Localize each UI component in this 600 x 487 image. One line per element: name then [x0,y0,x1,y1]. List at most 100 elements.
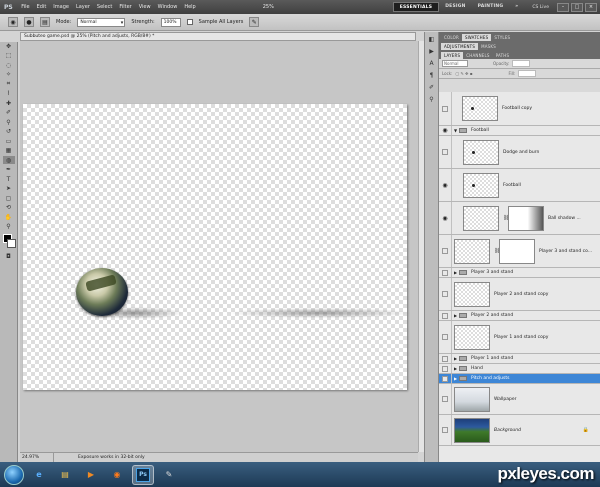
lock-icons[interactable]: ▢ ✎ ✥ ▪ [455,71,472,76]
visibility-toggle[interactable]: ◉ [439,202,452,234]
visibility-toggle[interactable]: ◉ [439,169,452,201]
maximize-icon[interactable]: □ [571,2,583,12]
layer-group-row[interactable]: ▶ Player 1 and stand [439,354,600,364]
layer-row[interactable]: Player 1 and stand copy [439,321,600,354]
sponge-tool-icon[interactable]: ◍ [2,156,15,164]
menu-select[interactable]: Select [93,4,115,10]
visibility-toggle[interactable] [439,415,452,445]
background-color[interactable] [7,238,16,248]
layer-row[interactable]: Wallpaper [439,384,600,415]
layer-row[interactable]: Background 🔒 [439,415,600,446]
pressure-icon[interactable]: ✎ [249,17,260,27]
actions-panel-icon[interactable]: ▶ [427,48,436,56]
tab-swatches[interactable]: SWATCHES [461,34,492,41]
tab-channels[interactable]: CHANNELS [463,52,492,59]
brush-picker-icon[interactable]: ● [24,17,34,27]
file-explorer-icon[interactable]: ▤ [54,465,76,485]
visibility-toggle[interactable] [439,354,452,363]
visibility-toggle[interactable] [439,311,452,320]
pen-tool-icon[interactable]: ✒ [3,166,15,174]
visibility-toggle[interactable] [439,92,452,125]
eraser-tool-icon[interactable]: ▭ [3,137,15,145]
hand-tool-icon[interactable]: ✋ [3,213,15,221]
menu-window[interactable]: Window [154,4,181,10]
layer-mask-thumbnail[interactable] [499,238,535,264]
mode-select[interactable]: Normal [77,17,126,27]
shape-tool-icon[interactable]: ▢ [3,194,15,202]
start-button[interactable] [4,464,24,485]
expand-triangle-icon[interactable]: ▶ [452,270,459,275]
layer-group-row-selected[interactable]: ▶ Pitch and adjusts [439,374,600,384]
marquee-tool-icon[interactable]: ⬚ [3,52,15,60]
workspace-painting[interactable]: PAINTING [472,2,510,12]
workspace-essentials[interactable]: ESSENTIALS [392,2,440,12]
visibility-toggle[interactable] [439,268,452,277]
layer-row[interactable]: ⛓ Player 3 and stand co... [439,235,600,268]
opacity-input[interactable] [512,60,531,67]
layer-row[interactable]: Player 2 and stand copy [439,278,600,311]
cs-live-button[interactable]: CS Live [524,5,557,10]
menu-edit[interactable]: Edit [33,4,50,10]
tab-adjustments[interactable]: ADJUSTMENTS [441,43,479,50]
layer-row[interactable]: Football copy [439,92,600,126]
blend-mode-select[interactable]: Normal [442,60,468,67]
document-tab[interactable]: Subbuteo game.psd @ 25% (Pitch and adjus… [20,32,416,41]
character-panel-icon[interactable]: A [427,60,436,68]
brush-tool-icon[interactable]: ✐ [3,109,15,117]
brush-panel-icon[interactable]: ▤ [40,17,50,27]
sample-all-checkbox[interactable] [186,19,193,25]
menu-help[interactable]: Help [181,4,199,10]
menu-file[interactable]: File [18,4,33,10]
expand-triangle-icon[interactable]: ▼ [452,128,459,133]
workspace-more[interactable]: » [509,2,524,12]
layer-group-row[interactable]: ▶ Player 2 and stand [439,311,600,321]
visibility-toggle[interactable] [439,136,452,168]
minimize-icon[interactable]: – [557,2,569,12]
menu-layer[interactable]: Layer [72,4,93,10]
menu-view[interactable]: View [135,4,154,10]
layer-row[interactable]: ◉ ⛓ Ball shadow ... [439,202,600,235]
close-icon[interactable]: × [585,2,597,12]
lasso-tool-icon[interactable]: ◌ [3,61,15,69]
healing-tool-icon[interactable]: ✚ [3,99,15,107]
history-brush-tool-icon[interactable]: ↺ [3,128,15,136]
tab-masks[interactable]: MASKS [478,43,499,50]
visibility-toggle[interactable] [439,364,452,373]
workspace-design[interactable]: DESIGN [439,2,471,12]
expand-triangle-icon[interactable]: ▶ [452,376,459,381]
color-swatches[interactable] [2,233,16,250]
fill-input[interactable] [518,70,537,77]
layer-group-row[interactable]: ▶ Player 3 and stand [439,268,600,278]
zoom-box[interactable]: 25% [259,4,277,10]
type-tool-icon[interactable]: T [3,175,15,183]
visibility-toggle[interactable] [439,278,452,310]
photoshop-taskbar-button[interactable]: Ps [132,464,154,485]
paint-icon[interactable]: ✎ [158,465,180,485]
tab-layers[interactable]: LAYERS [441,52,464,59]
paragraph-panel-icon[interactable]: ¶ [427,72,436,80]
clone-source-panel-icon[interactable]: ⚲ [427,96,436,104]
internet-explorer-icon[interactable]: e [28,465,50,485]
path-select-tool-icon[interactable]: ➤ [3,185,15,193]
visibility-toggle[interactable] [439,235,452,267]
visibility-toggle[interactable]: ◉ [439,126,452,135]
layer-row[interactable]: ◉ Football [439,169,600,202]
visibility-toggle[interactable] [439,321,452,353]
clone-stamp-tool-icon[interactable]: ⚲ [3,118,15,126]
layer-group-row[interactable]: ◉ ▼ Football [439,126,600,136]
document-canvas[interactable] [23,104,407,390]
media-player-icon[interactable]: ▶ [80,465,102,485]
zoom-tool-icon[interactable]: ⚲ [3,223,15,231]
layer-group-row[interactable]: ▶ Hand [439,364,600,374]
quick-select-tool-icon[interactable]: ✧ [3,71,15,79]
tab-styles[interactable]: STYLES [491,34,513,41]
expand-triangle-icon[interactable]: ▶ [452,366,459,371]
history-panel-icon[interactable]: ◧ [427,36,436,44]
quick-mask-icon[interactable]: ◘ [3,253,15,261]
menu-image[interactable]: Image [50,4,73,10]
visibility-toggle[interactable] [439,384,452,414]
move-tool-icon[interactable]: ✥ [3,42,15,50]
strength-input[interactable]: 100% [160,17,181,27]
gradient-tool-icon[interactable]: ▦ [3,147,15,155]
eyedropper-tool-icon[interactable]: ⌇ [3,90,15,98]
